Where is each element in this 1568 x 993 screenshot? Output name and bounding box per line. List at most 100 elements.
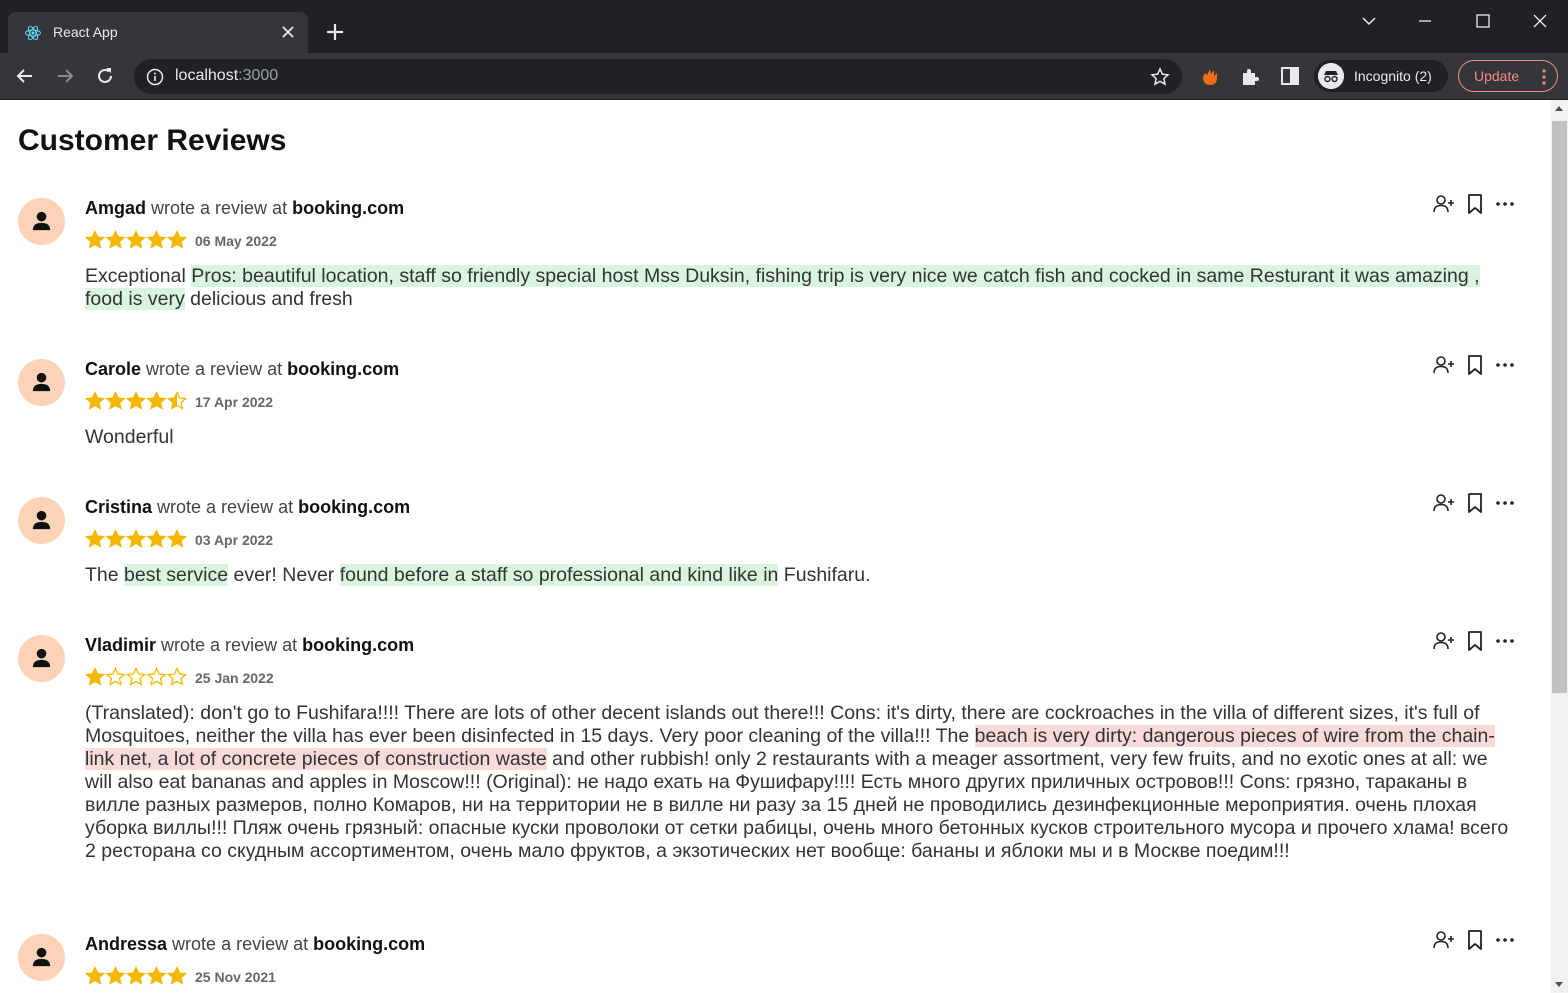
more-options-icon[interactable]: [1493, 928, 1517, 952]
review-actions: [1432, 491, 1518, 515]
more-options-icon[interactable]: [1493, 491, 1517, 515]
star-empty-icon: [105, 666, 126, 686]
review-text-segment: ever! Never: [228, 564, 340, 586]
review-text: The best service ever! Never found befor…: [85, 564, 1519, 587]
more-options-icon[interactable]: [1493, 192, 1517, 216]
review-source-text: wrote a review at: [152, 497, 299, 517]
review-source-text: wrote a review at: [146, 198, 293, 218]
browser-tab-react-app[interactable]: React App: [8, 12, 308, 53]
star-rating: [85, 528, 188, 548]
follow-user-icon[interactable]: [1432, 192, 1456, 216]
star-filled-icon: [166, 229, 188, 249]
person-icon: [32, 648, 51, 668]
review-site-name[interactable]: booking.com: [298, 497, 410, 517]
person-icon: [32, 947, 51, 967]
forward-arrow-icon[interactable]: [54, 65, 76, 87]
avatar: [18, 359, 65, 406]
person-icon: [32, 211, 51, 231]
page-viewport: Customer Reviews Amgad wrote a review at…: [0, 100, 1551, 993]
review-text: (Translated): don't go to Fushifara!!!! …: [85, 702, 1519, 863]
reviewer-name[interactable]: Cristina: [85, 497, 152, 517]
more-options-icon[interactable]: [1493, 353, 1517, 377]
reviewer-name[interactable]: Amgad: [85, 198, 146, 218]
bookmark-icon[interactable]: [1463, 629, 1487, 653]
star-empty-icon: [146, 666, 167, 686]
review-text-segment: delicious and fresh: [184, 288, 353, 310]
extensions-puzzle-icon[interactable]: [1239, 65, 1261, 87]
star-filled-icon: [125, 965, 147, 985]
url-text: localhost:3000: [175, 67, 279, 84]
tab-search-chevron-icon[interactable]: [1358, 10, 1380, 32]
bookmark-icon[interactable]: [1463, 353, 1487, 377]
positive-highlight: best service: [124, 564, 229, 586]
reviewer-name[interactable]: Vladimir: [85, 635, 156, 655]
review-site-name[interactable]: booking.com: [302, 635, 414, 655]
review-site-name[interactable]: booking.com: [287, 359, 399, 379]
extension-hand-icon[interactable]: [1199, 65, 1221, 87]
minimize-icon[interactable]: [1414, 10, 1436, 32]
review-header: Carole wrote a review at booking.com: [85, 359, 399, 380]
star-filled-icon: [146, 528, 167, 548]
review-date: 03 Apr 2022: [195, 532, 274, 548]
star-half-icon: [166, 390, 188, 410]
star-filled-icon: [125, 528, 147, 548]
star-filled-icon: [85, 229, 106, 249]
close-window-icon[interactable]: [1529, 10, 1551, 32]
page-title: Customer Reviews: [18, 124, 287, 157]
star-empty-icon: [125, 666, 147, 686]
follow-user-icon[interactable]: [1432, 491, 1456, 515]
back-arrow-icon[interactable]: [14, 65, 36, 87]
follow-user-icon[interactable]: [1432, 353, 1456, 377]
review-text: Wonderful: [85, 426, 1519, 449]
side-panel-icon[interactable]: [1279, 65, 1301, 87]
star-filled-icon: [146, 390, 167, 410]
bookmark-star-icon[interactable]: [1150, 67, 1170, 87]
bookmark-icon[interactable]: [1463, 928, 1487, 952]
positive-highlight: found before a staff so professional and…: [339, 564, 779, 586]
page-scrollbar[interactable]: [1551, 100, 1568, 993]
more-vert-icon[interactable]: [1541, 68, 1547, 86]
person-icon: [32, 372, 51, 392]
star-rating: [85, 229, 188, 249]
reviewer-name[interactable]: Andressa: [85, 934, 167, 954]
avatar: [18, 635, 65, 682]
star-filled-icon: [105, 965, 126, 985]
address-bar[interactable]: localhost:3000: [134, 59, 1182, 94]
scroll-down-arrow-icon[interactable]: [1555, 982, 1563, 987]
review-date: 17 Apr 2022: [195, 394, 274, 410]
person-icon: [32, 510, 51, 530]
star-filled-icon: [146, 229, 167, 249]
bookmark-icon[interactable]: [1463, 491, 1487, 515]
review-header: Vladimir wrote a review at booking.com: [85, 635, 414, 656]
follow-user-icon[interactable]: [1432, 928, 1456, 952]
review-site-name[interactable]: booking.com: [313, 934, 425, 954]
review-text-segment: Exceptional: [85, 265, 192, 287]
star-filled-icon: [105, 528, 126, 548]
star-filled-icon: [85, 528, 106, 548]
incognito-profile-button[interactable]: Incognito (2): [1314, 60, 1448, 92]
site-info-icon[interactable]: [146, 68, 164, 86]
maximize-icon[interactable]: [1472, 10, 1494, 32]
star-filled-icon: [125, 390, 147, 410]
star-filled-icon: [125, 229, 147, 249]
react-logo-icon: [25, 25, 41, 41]
more-options-icon[interactable]: [1493, 629, 1517, 653]
reviewer-name[interactable]: Carole: [85, 359, 141, 379]
update-button[interactable]: Update: [1458, 60, 1558, 92]
review-site-name[interactable]: booking.com: [292, 198, 404, 218]
review-date: 25 Jan 2022: [195, 670, 274, 686]
update-label: Update: [1474, 68, 1520, 84]
scrollbar-thumb[interactable]: [1552, 121, 1567, 693]
new-tab-icon[interactable]: [324, 21, 346, 43]
scroll-up-arrow-icon[interactable]: [1555, 106, 1563, 111]
star-filled-icon: [85, 965, 106, 985]
star-filled-icon: [85, 666, 106, 686]
tab-title: React App: [53, 24, 118, 40]
review-text: Exceptional Pros: beautiful location, st…: [85, 265, 1519, 311]
reload-icon[interactable]: [94, 65, 116, 87]
bookmark-icon[interactable]: [1463, 192, 1487, 216]
close-tab-icon[interactable]: [280, 24, 296, 40]
star-filled-icon: [166, 528, 188, 548]
follow-user-icon[interactable]: [1432, 629, 1456, 653]
review-header: Amgad wrote a review at booking.com: [85, 198, 404, 219]
